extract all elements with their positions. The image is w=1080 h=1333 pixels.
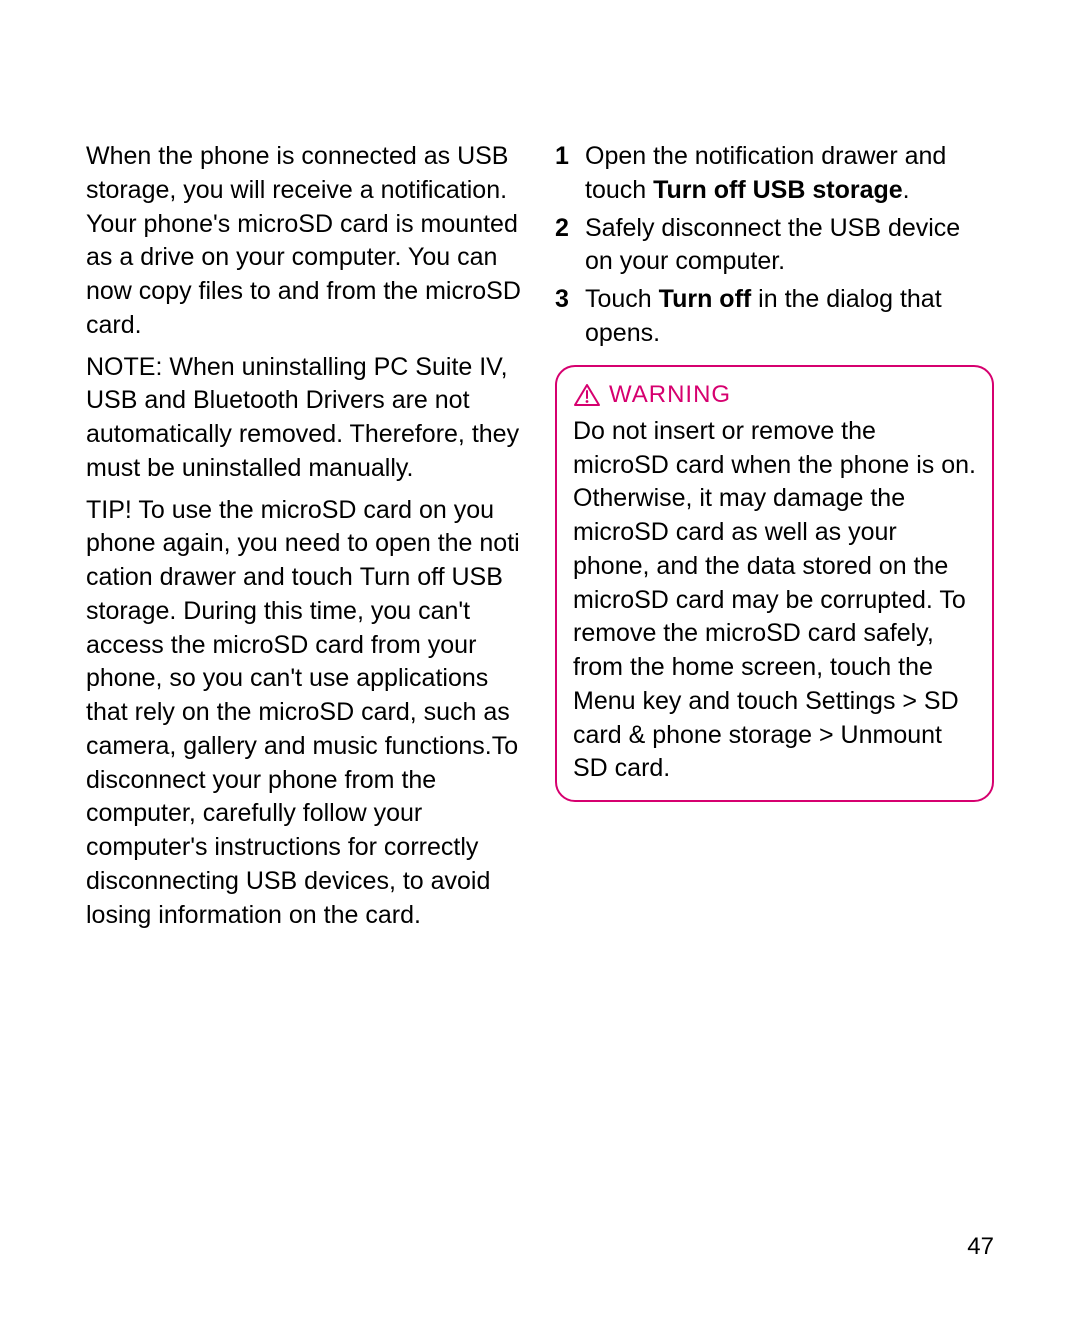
warning-body: Do not insert or remove the microSD card…: [573, 415, 976, 786]
note-paragraph: NOTE: When uninstalling PC Suite IV, USB…: [86, 351, 525, 486]
step-1: 1 Open the notification drawer and touch…: [555, 140, 994, 208]
warning-menu: Menu: [573, 687, 636, 715]
step-post: .: [903, 176, 910, 204]
step-number: 2: [555, 212, 585, 280]
tip-label: TIP!: [86, 496, 132, 524]
step-pre: Safely disconnect the USB device on your…: [585, 214, 960, 276]
step-bold: Turn off: [659, 285, 752, 313]
warning-icon: [573, 383, 601, 407]
warning-label: WARNING: [609, 379, 731, 411]
step-pre: Touch: [585, 285, 659, 313]
page-number: 47: [967, 1233, 994, 1261]
warning-box: WARNING Do not insert or remove the micr…: [555, 365, 994, 803]
step-3: 3 Touch Turn off in the dialog that open…: [555, 283, 994, 351]
step-2: 2 Safely disconnect the USB device on yo…: [555, 212, 994, 280]
warning-p1: Do not insert or remove the microSD card…: [573, 417, 976, 681]
left-column: When the phone is connected as USB stora…: [86, 140, 525, 1273]
warning-p2: key and touch: [636, 687, 806, 715]
step-number: 1: [555, 140, 585, 208]
step-bold: Turn off USB storage: [653, 176, 903, 204]
step-text: Safely disconnect the USB device on your…: [585, 212, 994, 280]
step-text: Open the notification drawer and touch T…: [585, 140, 994, 208]
tip-paragraph: TIP! To use the microSD card on you phon…: [86, 494, 525, 933]
right-column: 1 Open the notification drawer and touch…: [555, 140, 994, 1273]
step-text: Touch Turn off in the dialog that opens.: [585, 283, 994, 351]
tip-rest: During this time, you can't access the m…: [86, 597, 518, 929]
note-label: NOTE:: [86, 353, 162, 381]
step-number: 3: [555, 283, 585, 351]
warning-header: WARNING: [573, 379, 976, 411]
intro-paragraph: When the phone is connected as USB stora…: [86, 140, 525, 343]
